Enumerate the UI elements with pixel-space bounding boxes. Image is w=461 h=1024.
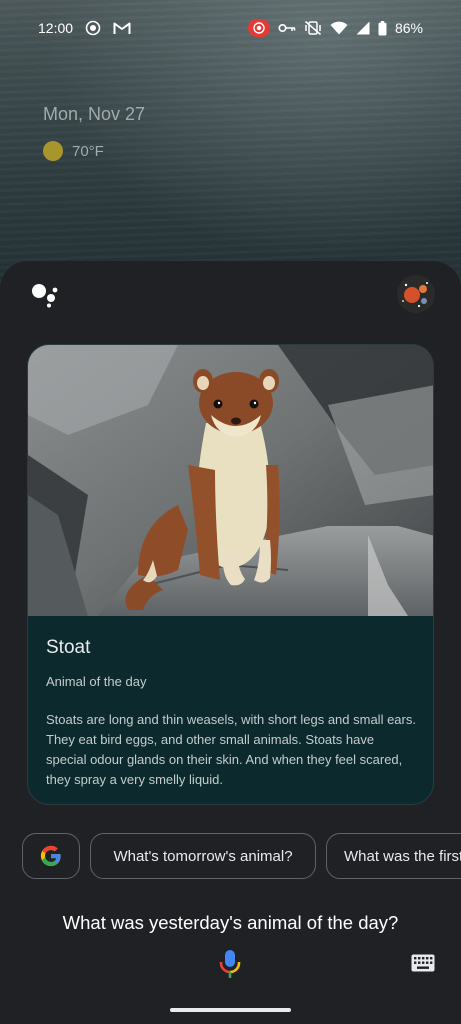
status-time: 12:00	[38, 20, 74, 36]
keyboard-icon[interactable]	[411, 954, 435, 972]
google-g-icon	[40, 845, 61, 867]
weather-widget[interactable]: 70°F	[43, 141, 104, 161]
lockscreen-date[interactable]: Mon, Nov 27	[43, 104, 145, 125]
voice-query-text: What was yesterday's animal of the day?	[62, 912, 399, 933]
vibrate-off-icon	[304, 20, 322, 36]
temperature: 70°F	[72, 142, 104, 160]
wifi-icon	[330, 21, 348, 35]
gesture-nav-handle[interactable]	[170, 1008, 291, 1012]
vpn-key-icon	[278, 22, 296, 34]
battery-icon	[378, 20, 387, 36]
assistant-logo-icon[interactable]	[31, 282, 59, 308]
card-title: Stoat	[46, 637, 91, 658]
card-body: Stoat Animal of the day Stoats are long …	[46, 637, 416, 790]
avatar[interactable]	[397, 275, 435, 313]
battery-percent: 86%	[394, 20, 423, 36]
suggestion-chip-tomorrow[interactable]: What's tomorrow's animal?	[90, 833, 316, 879]
suggestion-chip-first[interactable]: What was the first	[326, 833, 461, 879]
stoat-image	[28, 345, 433, 616]
card-subtitle: Animal of the day	[46, 674, 147, 689]
suggestion-chips: What's tomorrow's animal? What was the f…	[22, 833, 461, 879]
sun-icon	[43, 141, 63, 161]
recording-indicator-icon	[247, 19, 270, 37]
animal-of-the-day-card[interactable]: Stoat Animal of the day Stoats are long …	[27, 344, 434, 805]
screen-record-icon	[85, 20, 101, 36]
card-description: Stoats are long and thin weasels, with s…	[46, 712, 416, 787]
status-bar: 12:00 86%	[0, 0, 461, 56]
cellular-signal-icon	[356, 21, 370, 35]
gmail-icon	[113, 21, 131, 35]
microphone-icon[interactable]	[219, 949, 241, 979]
google-search-chip[interactable]	[22, 833, 80, 879]
